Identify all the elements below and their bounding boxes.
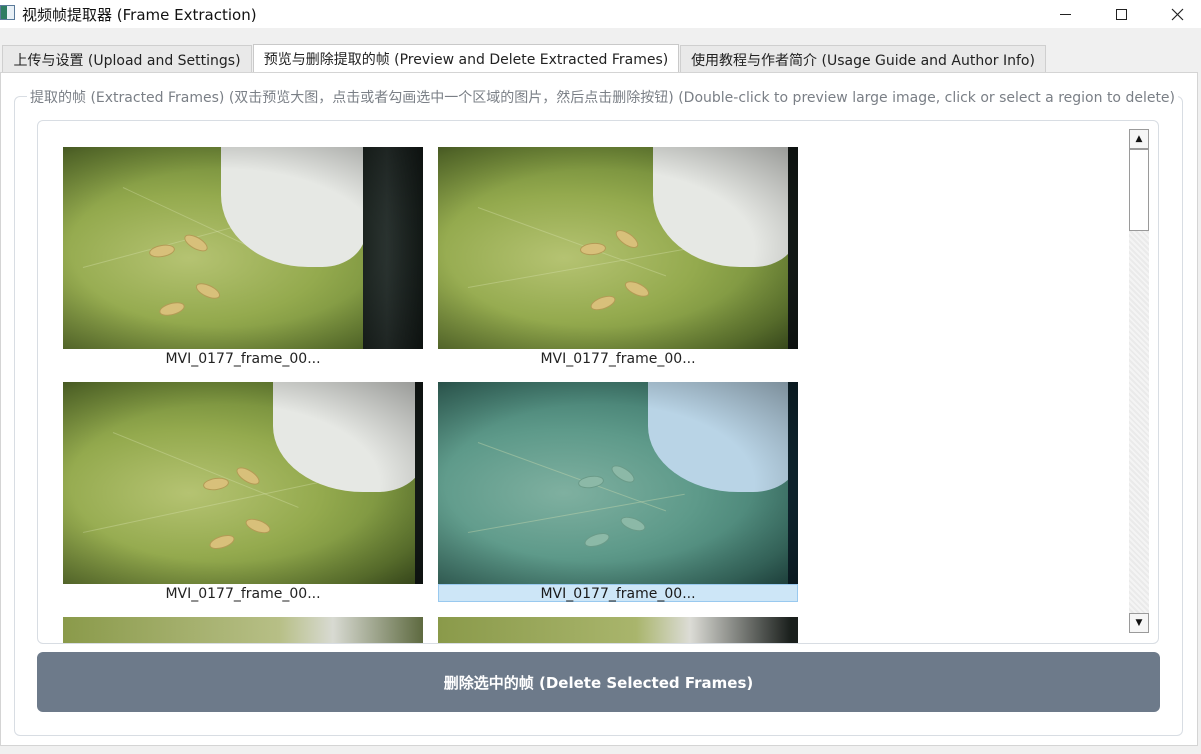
vertical-scrollbar[interactable]: ▲ ▼	[1128, 129, 1150, 633]
group-title: 提取的帧 (Extracted Frames) (双击预览大图，点击或者勾画选中…	[27, 87, 1179, 107]
tab-pane: 提取的帧 (Extracted Frames) (双击预览大图，点击或者勾画选中…	[0, 72, 1198, 746]
tab-bar: 上传与设置 (Upload and Settings) 预览与删除提取的帧 (P…	[0, 30, 1201, 73]
scrollbar-thumb[interactable]	[1129, 149, 1149, 231]
tab-usage-guide[interactable]: 使用教程与作者简介 (Usage Guide and Author Info)	[680, 45, 1046, 73]
close-button[interactable]	[1152, 0, 1201, 28]
frame-thumbnail-selected[interactable]	[438, 382, 798, 584]
frames-list[interactable]: MVI_0177_frame_00... MVI_0177_frame_00..…	[37, 120, 1159, 644]
title-bar: 视频帧提取器 (Frame Extraction)	[0, 0, 1201, 28]
frame-thumbnail[interactable]	[63, 147, 423, 349]
app-icon	[0, 5, 15, 20]
arrow-down-icon: ▼	[1135, 618, 1143, 628]
frame-thumbnail[interactable]	[63, 382, 423, 584]
close-icon	[1171, 8, 1183, 20]
frame-thumbnail[interactable]	[438, 147, 798, 349]
frame-caption: MVI_0177_frame_00...	[540, 351, 696, 367]
maximize-button[interactable]	[1096, 0, 1146, 28]
window-title: 视频帧提取器 (Frame Extraction)	[22, 6, 257, 24]
frame-thumbnail[interactable]	[438, 617, 798, 643]
scroll-up-button[interactable]: ▲	[1129, 129, 1149, 149]
minimize-button[interactable]	[1040, 0, 1090, 28]
extracted-frames-group: 提取的帧 (Extracted Frames) (双击预览大图，点击或者勾画选中…	[14, 87, 1183, 736]
scroll-down-button[interactable]: ▼	[1129, 613, 1149, 633]
frame-thumbnail[interactable]	[63, 617, 423, 643]
minimize-icon	[1059, 13, 1071, 15]
maximize-icon	[1115, 8, 1127, 20]
frame-caption-selected: MVI_0177_frame_00...	[438, 584, 798, 602]
tab-preview-delete[interactable]: 预览与删除提取的帧 (Preview and Delete Extracted …	[253, 44, 679, 73]
frame-caption: MVI_0177_frame_00...	[165, 586, 321, 602]
arrow-up-icon: ▲	[1135, 134, 1143, 144]
frame-caption: MVI_0177_frame_00...	[165, 351, 321, 367]
tab-upload-settings[interactable]: 上传与设置 (Upload and Settings)	[2, 45, 252, 73]
delete-selected-frames-button[interactable]: 删除选中的帧 (Delete Selected Frames)	[37, 652, 1160, 712]
